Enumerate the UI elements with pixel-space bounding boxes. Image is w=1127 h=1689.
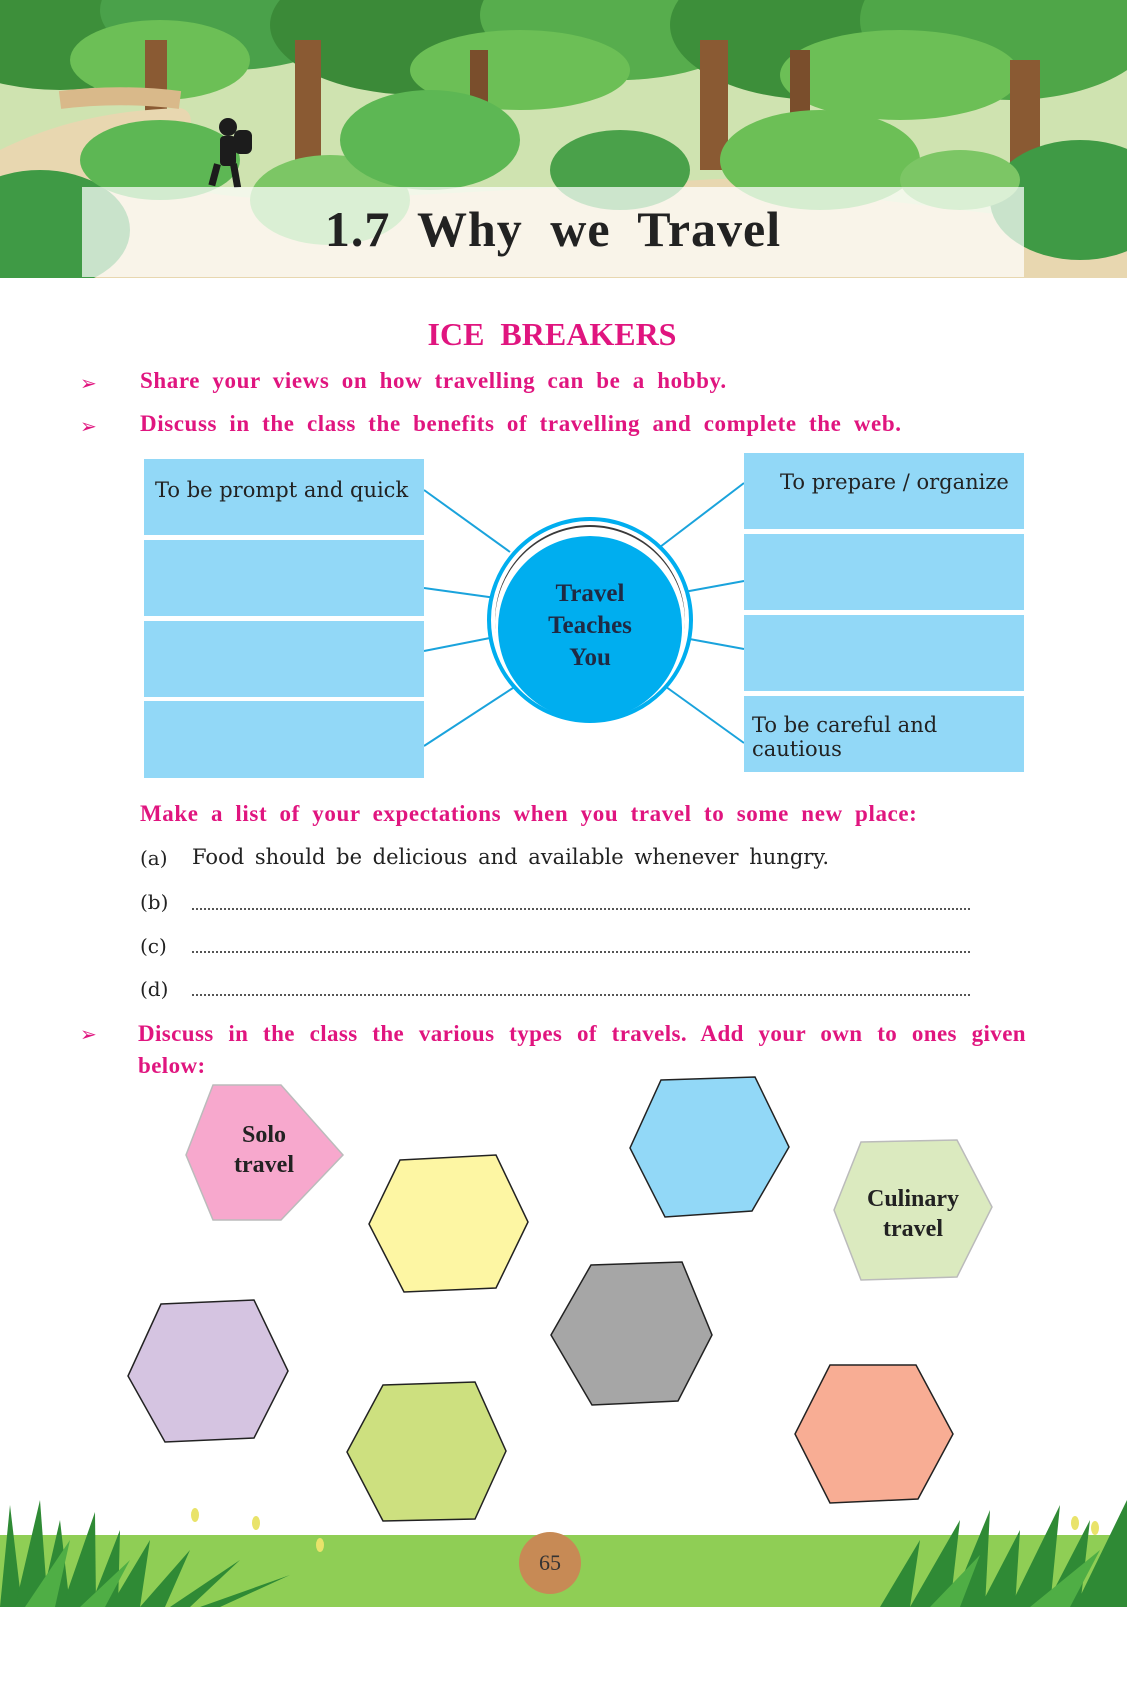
hexagon-salmon	[794, 1364, 954, 1504]
answer-line-b[interactable]	[192, 908, 970, 910]
arrow-bullet-icon: ➢	[80, 1022, 97, 1046]
web-box-right-3[interactable]	[744, 615, 1024, 691]
item-label-d: (d)	[140, 977, 169, 1001]
item-label-c: (c)	[140, 934, 167, 958]
web-box-left-3[interactable]	[144, 621, 424, 697]
expectations-prompt: Make a list of your expectations when yo…	[140, 801, 918, 826]
item-label-b: (b)	[140, 890, 169, 914]
web-box-right-2[interactable]	[744, 534, 1024, 610]
web-box-left-4[interactable]	[144, 701, 424, 778]
web-box-right-1[interactable]: To prepare / organize	[744, 453, 1024, 529]
item-text-a: Food should be delicious and available w…	[192, 845, 830, 869]
ice-breakers-heading: ICE BREAKERS	[427, 316, 677, 352]
hexagon-label-solo-travel: Solo travel	[234, 1122, 294, 1178]
hexagon-gray	[550, 1261, 713, 1406]
web-hub-label: Travel Teaches You	[548, 580, 632, 671]
hexagon-yellow	[368, 1154, 529, 1293]
arrow-bullet-icon: ➢	[80, 414, 97, 438]
hexagon-purple	[127, 1299, 289, 1443]
travel-types-shapes	[127, 1076, 993, 1522]
bullet-text-hobby: Share your views on how travelling can b…	[140, 368, 727, 393]
web-box-left-2[interactable]	[144, 540, 424, 616]
hexagon-label-culinary-travel: Culinary travel	[866, 1186, 959, 1242]
page-title: 1.7 Why we Travel	[324, 201, 782, 257]
arrow-bullet-icon: ➢	[80, 371, 97, 395]
bullet-text-benefits: Discuss in the class the benefits of tra…	[140, 411, 902, 436]
hexagon-blue	[629, 1076, 790, 1218]
web-box-left-1[interactable]: To be prompt and quick	[144, 459, 424, 535]
item-label-a: (a)	[140, 846, 168, 870]
answer-line-d[interactable]	[192, 994, 970, 996]
page-number: 65	[519, 1532, 581, 1594]
web-box-right-4[interactable]: To be careful and cautious	[744, 696, 1024, 772]
answer-line-c[interactable]	[192, 951, 970, 953]
